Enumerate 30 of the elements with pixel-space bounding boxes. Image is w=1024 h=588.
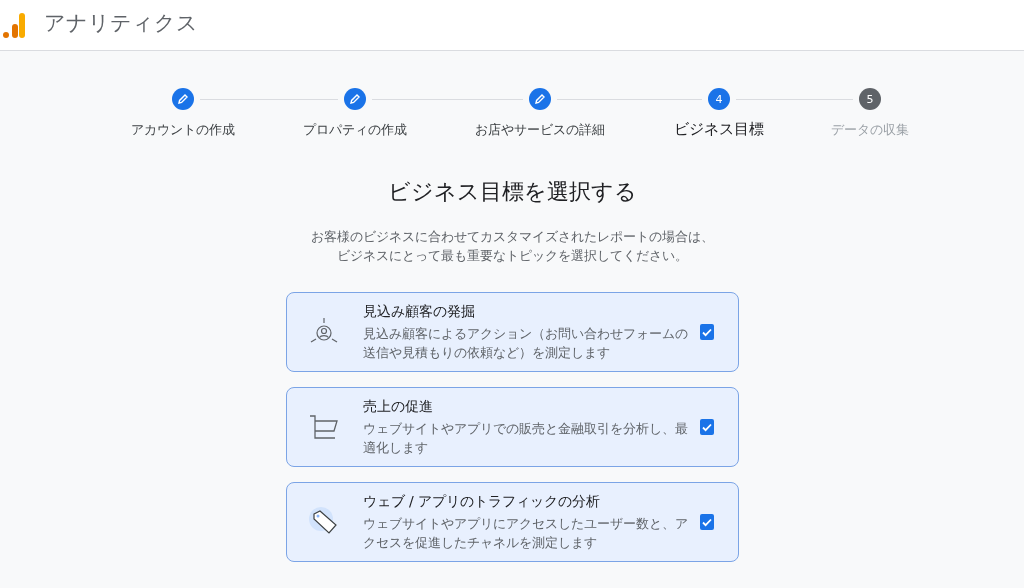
goal-title: 見込み顧客の発掘: [362, 302, 476, 321]
step-indicator: 4: [708, 88, 730, 110]
description-text: ビジネスにとって最も重要なトピックを選択してください。: [335, 247, 689, 265]
goal-card[interactable]: 売上の促進 ウェブサイトやアプリでの販売と金融取引を分析し、最適化します: [285, 387, 739, 467]
step-label: プロパティの作成: [303, 120, 407, 139]
goal-card[interactable]: 見込み顧客の発掘 見込み顧客によるアクション（お問い合わせフォームの送信や見積もりの依頼など）を測定します: [285, 292, 739, 372]
pencil-icon: [177, 93, 189, 105]
goal-title: ウェブ / アプリのトラフィックの分析: [362, 492, 602, 511]
step-indicator: 5: [859, 88, 881, 110]
checkbox[interactable]: [699, 419, 714, 435]
pencil-icon: [534, 93, 546, 105]
description-text: お客様のビジネスに合わせてカスタマイズされたレポートの場合は、: [310, 228, 714, 246]
checkbox[interactable]: [699, 514, 714, 530]
goal-title: 売上の促進: [362, 397, 434, 416]
check-icon: [700, 516, 713, 528]
goal-card[interactable]: ウェブ / アプリのトラフィックの分析 ウェブサイトやアプリにアクセスしたユーザー数と、アクセスを促進したチャネルを測定します: [285, 482, 739, 562]
step-label: アカウントの作成: [131, 120, 235, 139]
goal-description: ウェブサイトやアプリでの販売と金融取引を分析し、最適化します: [362, 419, 688, 457]
step-label: お店やサービスの詳細: [475, 120, 605, 139]
step-label: データの収集: [831, 120, 909, 139]
step-label: ビジネス目標: [674, 120, 764, 139]
check-icon: [700, 326, 713, 338]
checkbox[interactable]: [699, 324, 714, 340]
analytics-logo-icon: [2, 11, 26, 39]
goal-description: ウェブサイトやアプリにアクセスしたユーザー数と、アクセスを促進したチャネルを測定します: [362, 514, 688, 552]
pencil-icon: [349, 93, 361, 105]
goal-description: 見込み顧客によるアクション（お問い合わせフォームの送信や見積もりの依頼など）を測定します: [362, 324, 688, 362]
app-title: アナリティクス: [44, 10, 198, 37]
page-heading: ビジネス目標を選択する: [387, 178, 637, 206]
check-icon: [700, 421, 713, 433]
